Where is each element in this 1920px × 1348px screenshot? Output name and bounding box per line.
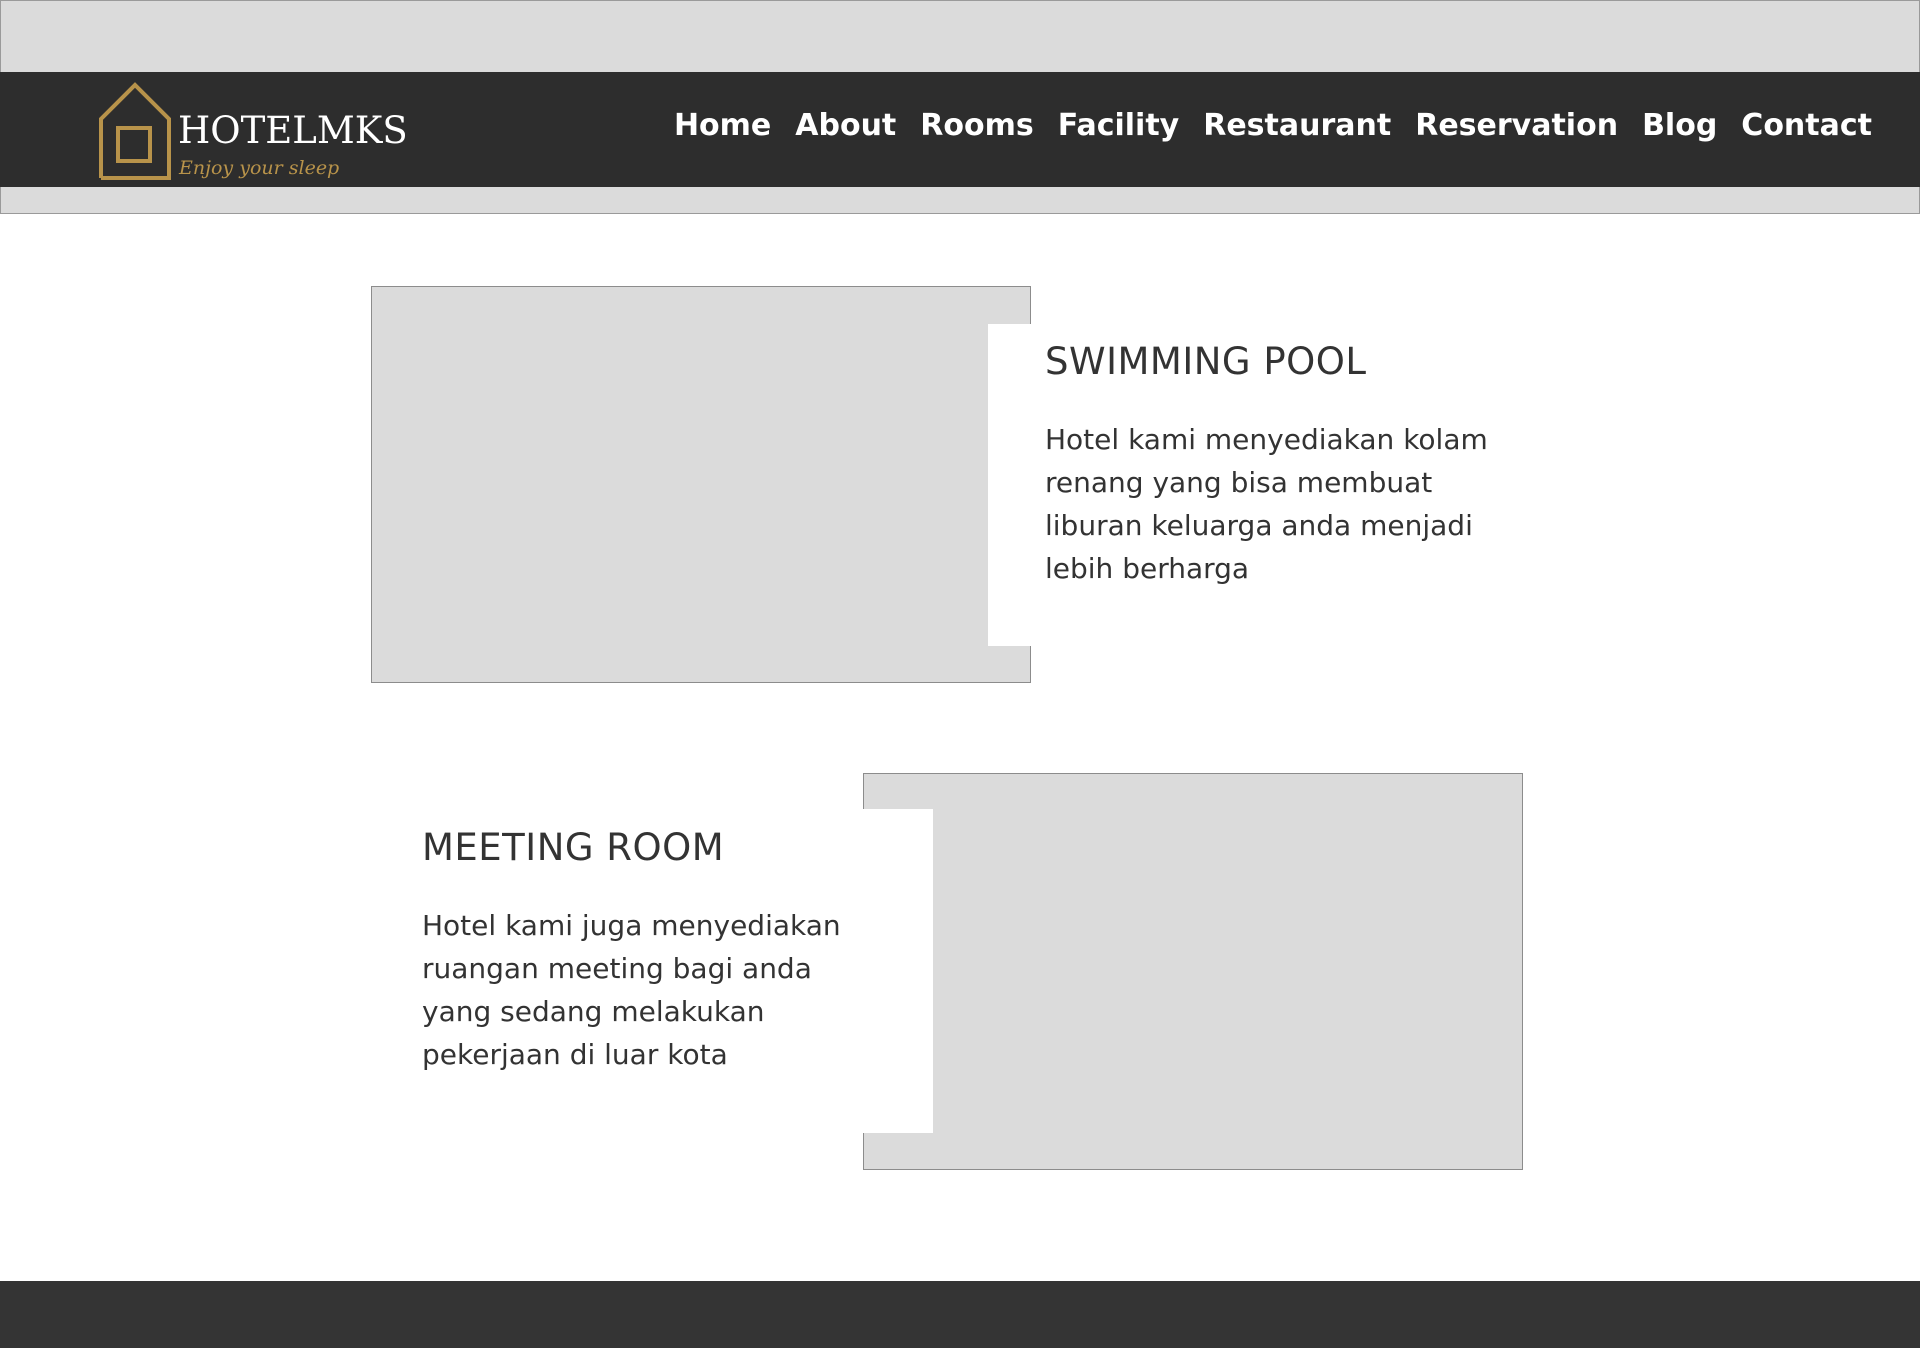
- meeting-room-title: MEETING ROOM: [422, 826, 725, 869]
- footer: [0, 1281, 1920, 1348]
- nav-item-restaurant[interactable]: Restaurant: [1203, 108, 1391, 143]
- nav-item-home[interactable]: Home: [674, 108, 771, 143]
- swimming-pool-image: [371, 286, 1031, 683]
- nav-item-reservation[interactable]: Reservation: [1415, 108, 1618, 143]
- nav-item-rooms[interactable]: Rooms: [920, 108, 1033, 143]
- nav-item-contact[interactable]: Contact: [1741, 108, 1872, 143]
- swimming-pool-title: SWIMMING POOL: [1045, 340, 1367, 383]
- navbar: HOTELMKS Enjoy your sleep Home About Roo…: [0, 72, 1920, 187]
- meeting-room-description: Hotel kami juga menyediakan ruangan meet…: [422, 909, 841, 1071]
- logo[interactable]: HOTELMKS Enjoy your sleep: [98, 81, 418, 181]
- meeting-room-image: [863, 773, 1523, 1170]
- house-icon: [99, 82, 171, 180]
- nav-item-blog[interactable]: Blog: [1642, 108, 1717, 143]
- nav-menu: Home About Rooms Facility Restaurant Res…: [674, 108, 1872, 143]
- brand-tagline: Enjoy your sleep: [179, 157, 340, 179]
- nav-item-facility[interactable]: Facility: [1058, 108, 1180, 143]
- image-accent: [988, 324, 1031, 646]
- brand-name: HOTELMKS: [178, 109, 408, 152]
- swimming-pool-description: Hotel kami menyediakan kolam renang yang…: [1045, 423, 1488, 585]
- nav-item-about[interactable]: About: [795, 108, 896, 143]
